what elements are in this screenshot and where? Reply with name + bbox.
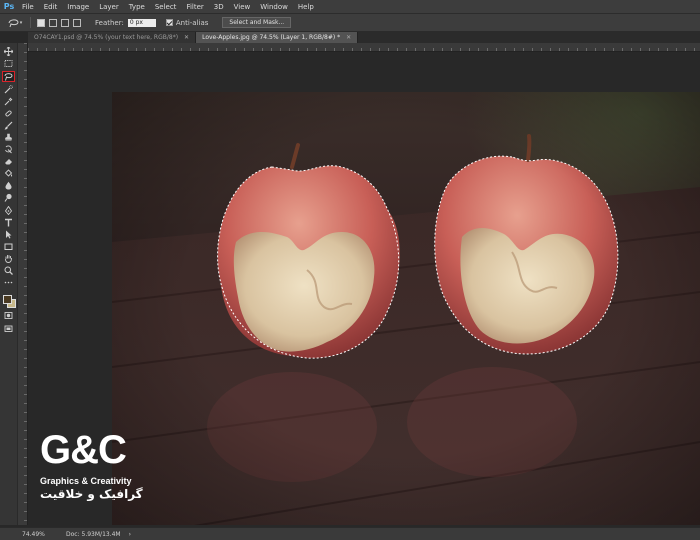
paint-bucket-icon[interactable] (3, 169, 14, 178)
menu-help[interactable]: Help (298, 3, 314, 11)
brush-icon[interactable] (3, 121, 14, 130)
tool-preset-picker[interactable]: ▾ (6, 17, 24, 29)
subtract-from-selection-button[interactable] (61, 18, 69, 27)
menu-window[interactable]: Window (260, 3, 288, 11)
rectangle-icon[interactable] (3, 242, 14, 251)
watermark-line-1: Graphics & Creativity (40, 476, 132, 486)
close-icon[interactable]: ✕ (346, 32, 351, 43)
zoom-level-field[interactable]: 74.49% (22, 531, 48, 538)
menu-bar: Ps File Edit Image Layer Type Select Fil… (0, 0, 700, 13)
menu-select[interactable]: Select (155, 3, 177, 11)
tab-label: Love-Apples.jpg @ 74.5% (Layer 1, RGB/8#… (202, 34, 341, 41)
options-bar: ▾ Feather: 0 px Anti-alias Select and Ma… (0, 13, 700, 32)
select-and-mask-button[interactable]: Select and Mask... (222, 17, 292, 28)
menu-edit[interactable]: Edit (44, 3, 58, 11)
chevron-down-icon: ▾ (19, 19, 23, 26)
healing-brush-icon[interactable] (3, 109, 14, 118)
quick-selection-icon[interactable] (3, 85, 14, 94)
watermark-logo: G&C Graphics & Creativity گرافیک و خلاقی… (40, 430, 158, 522)
type-icon[interactable] (3, 218, 14, 227)
tab-label: O74CAY1.psd @ 74.5% (your text here, RGB… (34, 34, 179, 41)
new-selection-button[interactable] (37, 18, 45, 27)
feather-label: Feather: (95, 18, 124, 27)
menu-file[interactable]: File (22, 3, 34, 11)
pen-icon[interactable] (3, 206, 14, 215)
tools-panel (0, 43, 18, 525)
menu-3d[interactable]: 3D (214, 3, 224, 11)
vertical-ruler[interactable] (18, 43, 28, 525)
document-image[interactable] (112, 92, 700, 525)
tab-document-1[interactable]: O74CAY1.psd @ 74.5% (your text here, RGB… (28, 32, 197, 43)
status-bar: 74.49% Doc: 5.93M/13.4M › (0, 527, 700, 540)
move-icon[interactable] (3, 47, 14, 56)
photoshop-logo: Ps (3, 2, 15, 11)
more-tools-icon[interactable] (3, 278, 14, 287)
menu-image[interactable]: Image (67, 3, 89, 11)
antialias-label: Anti-alias (175, 18, 209, 27)
menu-layer[interactable]: Layer (99, 3, 119, 11)
chevron-right-icon[interactable]: › (129, 531, 131, 538)
dodge-icon[interactable] (3, 193, 14, 202)
canvas-area[interactable]: G&C Graphics & Creativity گرافیک و خلاقی… (28, 52, 700, 525)
document-tab-bar: O74CAY1.psd @ 74.5% (your text here, RGB… (28, 31, 700, 43)
add-to-selection-button[interactable] (49, 18, 57, 27)
zoom-icon[interactable] (3, 266, 14, 275)
hand-icon[interactable] (3, 254, 14, 263)
watermark-line-2: گرافیک و خلاقیت (40, 487, 143, 501)
clone-stamp-icon[interactable] (3, 133, 14, 142)
foreground-color-swatch[interactable] (3, 295, 12, 304)
color-swatches-icon[interactable] (3, 294, 16, 308)
tab-document-2[interactable]: Love-Apples.jpg @ 74.5% (Layer 1, RGB/8#… (196, 32, 359, 43)
antialias-checkbox[interactable] (165, 19, 173, 26)
magnetic-lasso-icon (8, 18, 19, 27)
path-selection-icon[interactable] (3, 230, 14, 239)
intersect-selection-button[interactable] (73, 18, 81, 27)
magnetic-lasso-icon[interactable] (2, 71, 15, 82)
feather-input[interactable]: 0 px (127, 18, 156, 27)
marquee-icon[interactable] (3, 59, 14, 68)
close-icon[interactable]: ✕ (184, 32, 189, 43)
document-size-info: Doc: 5.93M/13.4M (66, 530, 121, 538)
menu-view[interactable]: View (234, 3, 251, 11)
eraser-icon[interactable] (3, 157, 14, 166)
horizontal-ruler[interactable] (28, 43, 700, 52)
history-brush-icon[interactable] (3, 145, 14, 154)
menu-type[interactable]: Type (129, 3, 145, 11)
menu-filter[interactable]: Filter (186, 3, 203, 11)
divider (30, 17, 31, 28)
screen-mode-icon[interactable] (3, 324, 14, 333)
quick-mask-icon[interactable] (3, 311, 14, 320)
watermark-mark: G&C (40, 428, 127, 472)
blur-icon[interactable] (3, 181, 14, 190)
eyedropper-icon[interactable] (3, 97, 14, 106)
